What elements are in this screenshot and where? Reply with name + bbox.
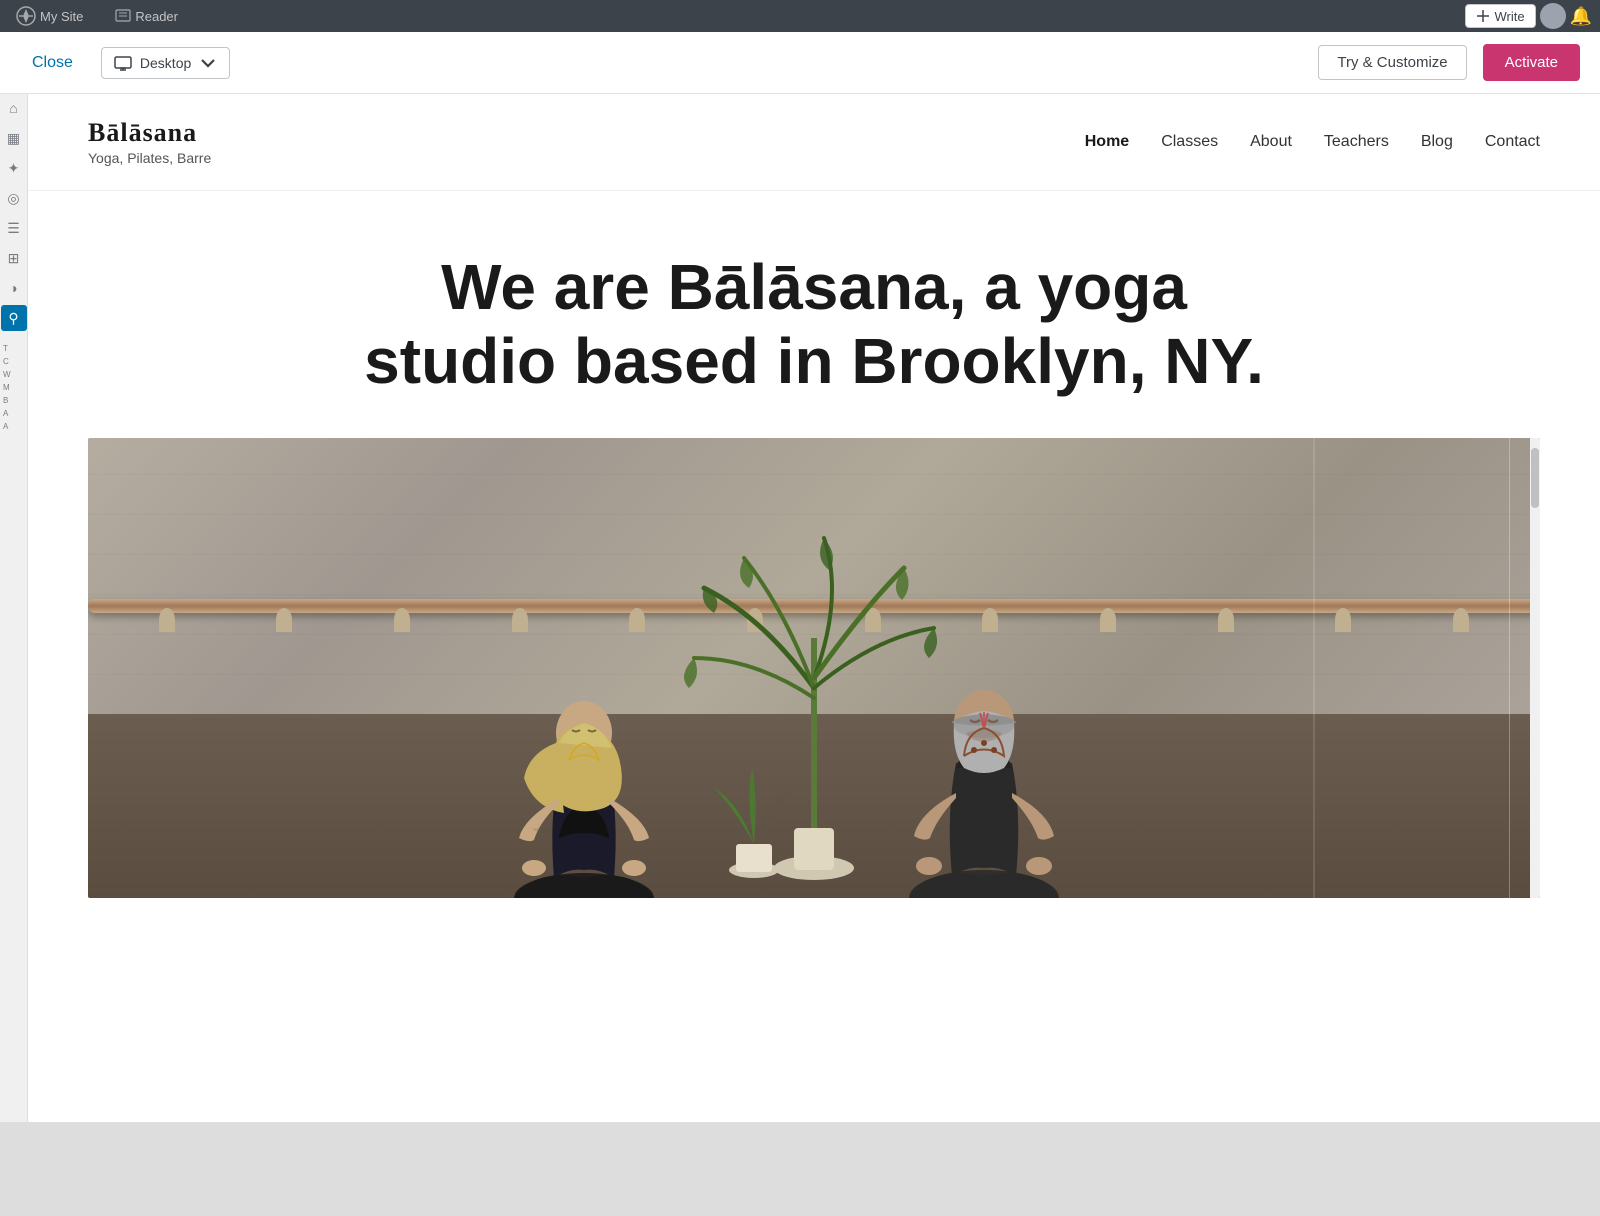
hero-image-placeholder	[88, 438, 1540, 898]
write-label: Write	[1494, 9, 1524, 24]
hero-section: We are Bālāsana, a yoga studio based in …	[28, 191, 1600, 438]
sidebar-users-icon[interactable]: ◎	[1, 185, 27, 211]
user-avatar[interactable]	[1540, 3, 1566, 29]
sidebar-text-t[interactable]: T	[0, 342, 11, 355]
sidebar-search-icon[interactable]: ⚲	[1, 305, 27, 331]
admin-bar-right: Write 🔔	[1465, 3, 1592, 29]
sidebar-time-icon[interactable]: ◑	[1, 275, 27, 301]
yoga-figures-svg	[88, 438, 1540, 898]
my-site-menu[interactable]: My Site	[8, 0, 91, 32]
left-sidebar: ⌂ ▦ ✦ ◎ ☰ ⊞ ◑ ⚲ T C W M B A A	[0, 32, 28, 1122]
site-brand: Bālāsana Yoga, Pilates, Barre	[88, 118, 211, 166]
reader-menu[interactable]: Reader	[107, 0, 186, 32]
wp-admin-bar: My Site Reader Write 🔔	[0, 0, 1600, 32]
try-customize-button[interactable]: Try & Customize	[1318, 45, 1466, 80]
sidebar-stats-icon[interactable]: ▦	[1, 125, 27, 151]
close-button[interactable]: Close	[20, 46, 85, 80]
sidebar-text-a2[interactable]: A	[0, 420, 11, 433]
chevron-down-icon	[199, 54, 217, 72]
device-selector[interactable]: Desktop	[101, 47, 230, 79]
scroll-thumb[interactable]	[1531, 448, 1539, 508]
plant-svg	[684, 538, 937, 880]
site-tagline: Yoga, Pilates, Barre	[88, 150, 211, 166]
reader-label: Reader	[135, 9, 178, 24]
nav-classes[interactable]: Classes	[1161, 133, 1218, 151]
my-site-label: My Site	[40, 9, 83, 24]
sidebar-text-c[interactable]: C	[0, 355, 12, 368]
sidebar-tools-icon[interactable]: ✦	[1, 155, 27, 181]
hero-image	[88, 438, 1540, 898]
theme-preview-bar: Close Desktop Try & Customize Activate	[0, 32, 1600, 94]
nav-about[interactable]: About	[1250, 133, 1292, 151]
hero-title: We are Bālāsana, a yoga studio based in …	[364, 251, 1264, 398]
sidebar-text-b[interactable]: B	[0, 394, 11, 407]
write-button[interactable]: Write	[1465, 4, 1535, 28]
scroll-indicator[interactable]	[1530, 438, 1540, 898]
site-title: Bālāsana	[88, 118, 211, 148]
woman-figure	[514, 701, 654, 898]
sidebar-home-icon[interactable]: ⌂	[1, 95, 27, 121]
device-label: Desktop	[140, 55, 191, 71]
man-figure	[909, 690, 1059, 898]
image-divider	[1509, 438, 1510, 898]
site-header: Bālāsana Yoga, Pilates, Barre Home Class…	[28, 94, 1600, 191]
nav-teachers[interactable]: Teachers	[1324, 133, 1389, 151]
nav-contact[interactable]: Contact	[1485, 133, 1540, 151]
sidebar-text-a1[interactable]: A	[0, 407, 11, 420]
sidebar-text-w[interactable]: W	[0, 368, 14, 381]
sidebar-pages-icon[interactable]: ⊞	[1, 245, 27, 271]
site-nav: Home Classes About Teachers Blog Contact	[1085, 133, 1540, 151]
nav-blog[interactable]: Blog	[1421, 133, 1453, 151]
notifications-icon[interactable]: 🔔	[1570, 6, 1592, 27]
main-content: Bālāsana Yoga, Pilates, Barre Home Class…	[28, 94, 1600, 1122]
activate-button[interactable]: Activate	[1483, 44, 1580, 81]
sidebar-text-m[interactable]: M	[0, 381, 13, 394]
nav-home[interactable]: Home	[1085, 133, 1129, 151]
sidebar-text-items: T C W M B A A	[0, 342, 27, 433]
sidebar-comments-icon[interactable]: ☰	[1, 215, 27, 241]
